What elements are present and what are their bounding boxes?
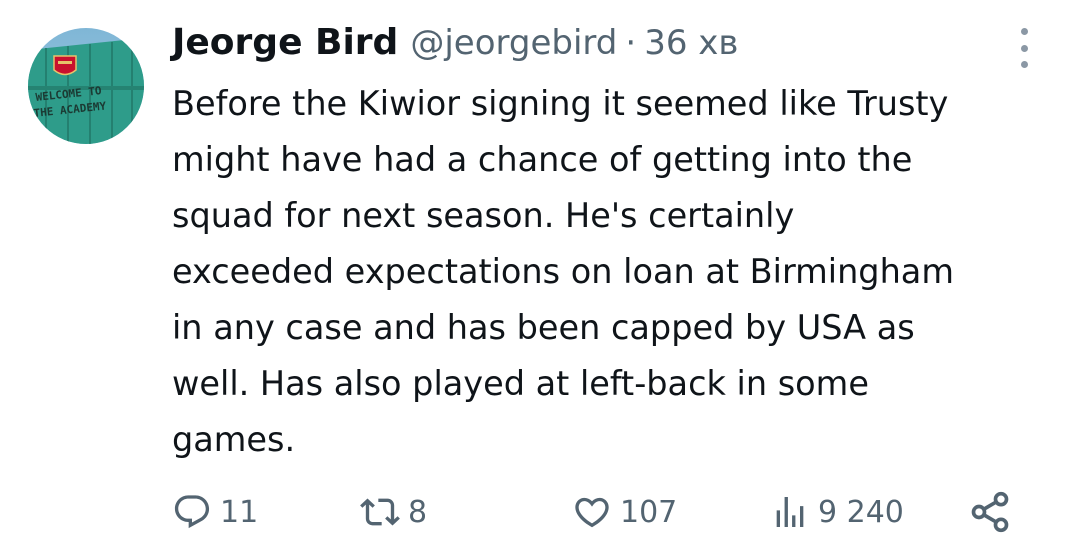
retweet-arrows-icon bbox=[360, 498, 400, 526]
more-vertical-icon[interactable] bbox=[1010, 28, 1038, 68]
tweet-header: Jeorge Bird @jeorgebird · 36 хв bbox=[172, 22, 738, 72]
tweet-text: Before the Kiwior signing it seemed like… bbox=[172, 84, 954, 459]
retweet-button[interactable]: 8 bbox=[360, 484, 427, 540]
tweet[interactable]: WELCOME TO THE ACADEMY Jeorge Bird @jeor… bbox=[0, 0, 1080, 560]
more-dot bbox=[1020, 61, 1028, 68]
retweet-count: 8 bbox=[408, 494, 428, 530]
like-count: 107 bbox=[620, 494, 678, 530]
author-handle[interactable]: @jeorgebird bbox=[410, 23, 617, 63]
views-count: 9 240 bbox=[818, 494, 904, 530]
reply-count: 11 bbox=[220, 494, 259, 530]
reply-button[interactable]: 11 bbox=[172, 484, 258, 540]
speech-bubble-icon bbox=[174, 495, 210, 529]
separator-dot: · bbox=[625, 23, 637, 63]
like-button[interactable]: 107 bbox=[572, 484, 677, 540]
arsenal-crest-icon bbox=[53, 55, 77, 76]
more-dot bbox=[1020, 44, 1028, 52]
bar-chart-icon bbox=[776, 497, 804, 527]
author-name[interactable]: Jeorge Bird bbox=[172, 22, 398, 63]
avatar[interactable]: WELCOME TO THE ACADEMY bbox=[28, 28, 144, 144]
share-icon bbox=[971, 491, 1009, 533]
heart-icon bbox=[575, 497, 609, 528]
action-bar: 11 8 107 9 240 bbox=[0, 484, 1080, 540]
views-button[interactable]: 9 240 bbox=[770, 484, 904, 540]
avatar-image: WELCOME TO THE ACADEMY bbox=[28, 28, 144, 144]
more-dot bbox=[1020, 28, 1028, 35]
timestamp[interactable]: 36 хв bbox=[644, 23, 738, 63]
share-button[interactable] bbox=[968, 484, 1012, 540]
